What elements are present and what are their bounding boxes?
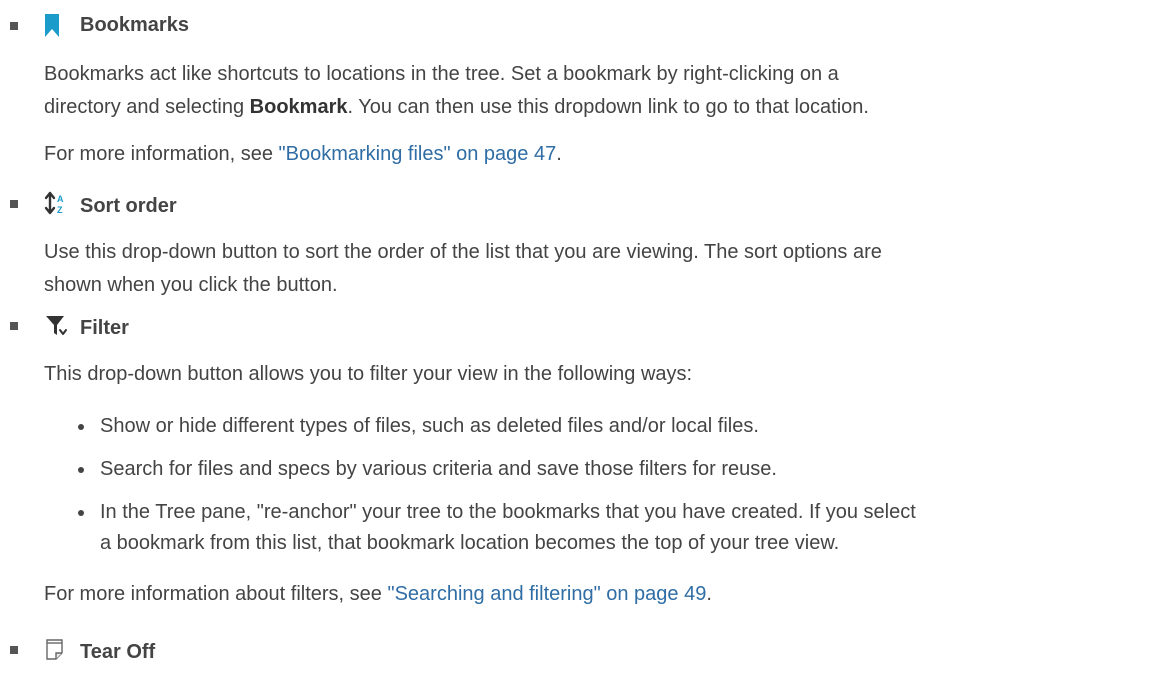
square-bullet — [10, 322, 18, 330]
sort-az-icon: A Z — [44, 190, 70, 218]
bookmarks-more-info-prefix: For more information, see — [44, 143, 279, 165]
tear-off-icon-graphic — [46, 639, 63, 660]
svg-text:A: A — [57, 194, 64, 204]
bookmarks-title: Bookmarks — [80, 14, 189, 36]
bookmark-icon — [44, 12, 70, 40]
filter-more-info-suffix: . — [706, 583, 712, 605]
bookmarking-files-link[interactable]: "Bookmarking files" on page 47 — [279, 143, 557, 165]
bookmarks-description: Bookmarks act like shortcuts to location… — [44, 58, 1134, 124]
tear-off-title: Tear Off — [80, 641, 156, 663]
bookmarks-more-info-suffix: . — [556, 143, 562, 165]
tear-off-icon — [44, 636, 70, 664]
filter-title: Filter — [80, 317, 129, 339]
document-page: Bookmarks Bookmarks act like shortcuts t… — [0, 0, 1153, 686]
bookmark-icon-graphic — [45, 14, 59, 37]
bookmarks-more-info: For more information, see "Bookmarking f… — [44, 138, 1134, 171]
square-bullet — [10, 22, 18, 30]
bookmarks-description-line2a: directory and selecting — [44, 96, 250, 118]
filter-option-reanchor-line2: a bookmark from this list, that bookmark… — [100, 532, 840, 554]
tear-off-heading: Tear Off — [0, 634, 400, 666]
bookmarks-description-line2b: . You can then use this dropdown link to… — [347, 96, 869, 118]
searching-filtering-link[interactable]: "Searching and filtering" on page 49 — [387, 583, 706, 605]
filter-option-reanchor-line1: In the Tree pane, "re-anchor" your tree … — [100, 501, 916, 523]
square-bullet — [10, 646, 18, 654]
list-bullet — [78, 510, 84, 516]
list-bullet — [78, 424, 84, 430]
filter-option-search: Search for files and specs by various cr… — [100, 458, 777, 480]
bookmarks-heading: Bookmarks — [0, 10, 400, 42]
sort-az-icon-graphic: A Z — [44, 191, 64, 215]
filter-more-info: For more information about filters, see … — [44, 578, 1134, 611]
filter-more-info-prefix: For more information about filters, see — [44, 583, 388, 605]
sort-order-description-line2: shown when you click the button. — [44, 274, 338, 296]
filter-icon — [44, 312, 70, 340]
sort-order-description: Use this drop-down button to sort the or… — [44, 236, 1134, 302]
filter-icon-graphic — [46, 316, 67, 335]
square-bullet — [10, 200, 18, 208]
filter-option-show-hide: Show or hide different types of files, s… — [100, 415, 759, 437]
sort-order-heading: A Z Sort order — [0, 188, 400, 220]
sort-order-title: Sort order — [80, 195, 177, 217]
list-bullet — [78, 467, 84, 473]
bookmark-command-label: Bookmark — [249, 96, 348, 118]
filter-intro: This drop-down button allows you to filt… — [44, 363, 693, 385]
filter-heading: Filter — [0, 310, 400, 342]
bookmarks-description-line1: Bookmarks act like shortcuts to location… — [44, 63, 839, 85]
sort-order-description-line1: Use this drop-down button to sort the or… — [44, 241, 882, 263]
svg-text:Z: Z — [57, 205, 63, 215]
